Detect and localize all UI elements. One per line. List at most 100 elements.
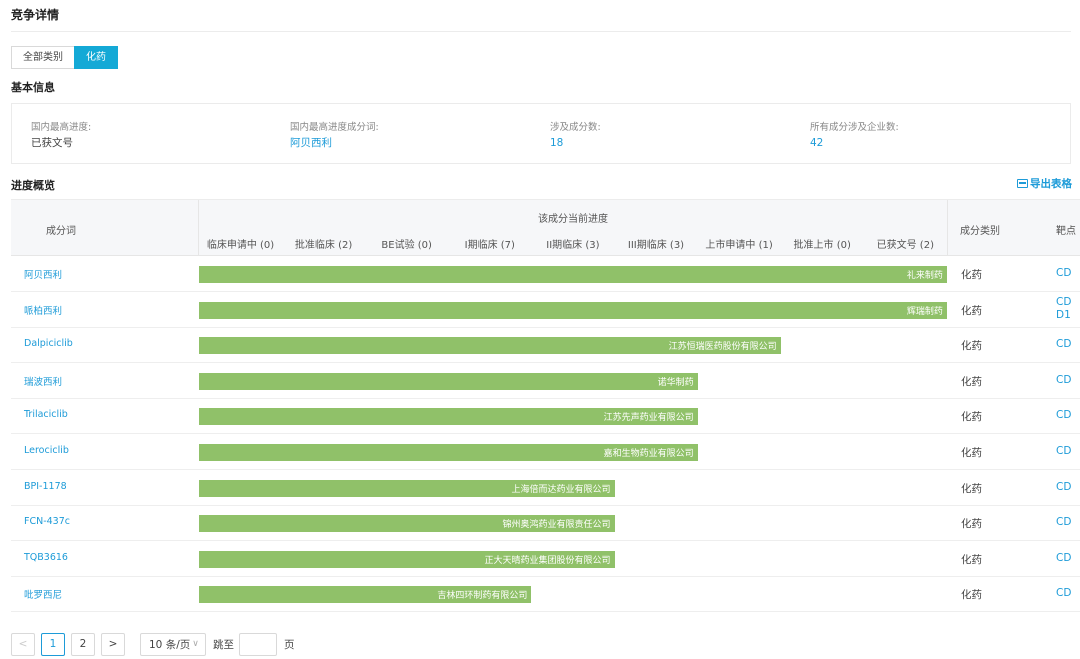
progress-table: 成分词 该成分当前进度 成分类别 靶点 临床申请中 (0) 批准临床 (2) BE试… xyxy=(11,199,1080,612)
col-header-progress: 该成分当前进度 xyxy=(538,214,608,225)
target-link[interactable]: CD xyxy=(1056,516,1071,529)
info-highest-ingredient: 国内最高进度成分词: 阿贝西利 xyxy=(290,121,379,150)
pagination: < 1 2 > 10 条/页 ∨ 跳至 页 xyxy=(11,632,295,656)
stage-header: 临床申请中 (0) xyxy=(206,240,275,251)
target-cell: CD xyxy=(1056,338,1071,351)
target-link[interactable]: CD xyxy=(1056,267,1071,280)
target-cell: CD D1 xyxy=(1056,296,1071,322)
basic-info-panel: 国内最高进度: 已获文号 国内最高进度成分词: 阿贝西利 涉及成分数: 18 所… xyxy=(11,103,1071,164)
ingredient-link[interactable]: 阿贝西利 xyxy=(24,267,62,281)
prev-page-button[interactable]: < xyxy=(11,632,35,656)
progress-bar: 礼来制药 xyxy=(199,266,947,283)
col-header-type: 成分类别 xyxy=(960,226,1000,237)
target-link[interactable]: CD xyxy=(1056,338,1071,351)
ingredient-link[interactable]: Lerociclib xyxy=(24,445,69,456)
table-row: FCN-437c 锦州奥鸿药业有限责任公司 化药 CD xyxy=(11,506,1080,542)
info-value-link[interactable]: 阿贝西利 xyxy=(290,136,379,150)
info-label: 国内最高进度: xyxy=(31,122,92,133)
target-link[interactable]: CD xyxy=(1056,296,1071,309)
target-link[interactable]: CD xyxy=(1056,552,1071,565)
table-row: Trilaciclib 江苏先声药业有限公司 化药 CD xyxy=(11,399,1080,435)
info-label: 所有成分涉及企业数: xyxy=(810,122,899,133)
table-row: 哌柏西利 辉瑞制药 化药 CD D1 xyxy=(11,293,1080,328)
target-cell: CD xyxy=(1056,445,1071,458)
ingredient-link[interactable]: 吡罗西尼 xyxy=(24,587,62,601)
ingredient-type: 化药 xyxy=(961,482,982,495)
basic-info-heading: 基本信息 xyxy=(11,81,55,94)
progress-bar-company: 锦州奥鸿药业有限责任公司 xyxy=(502,520,611,531)
target-link[interactable]: CD xyxy=(1056,481,1071,494)
ingredient-link[interactable]: TQB3616 xyxy=(24,552,68,563)
target-link[interactable]: CD xyxy=(1056,445,1071,458)
info-label: 国内最高进度成分词: xyxy=(290,122,379,133)
page-title: 竞争详情 xyxy=(11,8,60,22)
tab-chemical-drug[interactable]: 化药 xyxy=(74,46,118,69)
ingredient-link[interactable]: 哌柏西利 xyxy=(24,303,62,317)
stage-header: BE试验 (0) xyxy=(381,240,432,251)
ingredient-link[interactable]: 瑞波西利 xyxy=(24,374,62,388)
stage-header: 批准临床 (2) xyxy=(294,240,353,251)
page-1-button[interactable]: 1 xyxy=(41,632,65,656)
progress-bar-company: 吉林四环制药有限公司 xyxy=(437,591,528,602)
progress-bar: 锦州奥鸿药业有限责任公司 xyxy=(199,515,615,533)
export-icon xyxy=(1017,179,1028,188)
info-ingredient-count: 涉及成分数: 18 xyxy=(550,121,601,150)
next-page-button[interactable]: > xyxy=(101,632,125,656)
progress-bar: 上海倍而达药业有限公司 xyxy=(199,479,615,497)
table-row: TQB3616 正大天晴药业集团股份有限公司 化药 CD xyxy=(11,542,1080,577)
stage-header: 已获文号 (2) xyxy=(876,240,934,251)
target-cell: CD xyxy=(1056,409,1071,422)
category-tabs: 全部类别 化药 xyxy=(11,46,118,69)
progress-bar-company: 江苏恒瑞医药股份有限公司 xyxy=(668,342,777,353)
progress-bar: 正大天晴药业集团股份有限公司 xyxy=(199,550,615,568)
progress-bar-company: 辉瑞制药 xyxy=(906,306,943,317)
target-link[interactable]: CD xyxy=(1056,587,1071,600)
progress-bar: 嘉和生物药业有限公司 xyxy=(199,444,698,461)
page-size-value: 10 条/页 xyxy=(149,638,191,651)
table-row: 阿贝西利 礼来制药 化药 CD xyxy=(11,257,1080,292)
ingredient-type: 化药 xyxy=(961,411,982,424)
page-unit-label: 页 xyxy=(284,638,295,651)
ingredient-type: 化药 xyxy=(961,375,982,388)
col-header-name: 成分词 xyxy=(46,226,76,237)
stage-header: II期临床 (3) xyxy=(546,240,600,251)
progress-bar-company: 诺华制药 xyxy=(657,377,694,388)
tab-all-categories[interactable]: 全部类别 xyxy=(11,46,75,69)
progress-bar-company: 正大天晴药业集团股份有限公司 xyxy=(484,555,611,566)
target-link[interactable]: CD xyxy=(1056,374,1071,387)
progress-bar-company: 江苏先声药业有限公司 xyxy=(603,413,694,424)
col-divider-name xyxy=(198,200,199,256)
ingredient-type: 化药 xyxy=(961,304,982,317)
progress-bar: 江苏恒瑞医药股份有限公司 xyxy=(199,337,781,355)
table-row: 吡罗西尼 吉林四环制药有限公司 化药 CD xyxy=(11,577,1080,612)
ingredient-link[interactable]: Dalpiciclib xyxy=(24,338,73,349)
info-company-count: 所有成分涉及企业数: 42 xyxy=(810,121,899,150)
info-value-link[interactable]: 18 xyxy=(550,136,601,150)
chevron-down-icon: ∨ xyxy=(192,639,199,649)
stage-header: 上市申请中 (1) xyxy=(705,240,773,251)
table-row: Lerociclib 嘉和生物药业有限公司 化药 CD xyxy=(11,435,1080,470)
progress-bar-company: 嘉和生物药业有限公司 xyxy=(603,449,694,459)
target-link[interactable]: D1 xyxy=(1056,309,1071,322)
jump-page-input[interactable] xyxy=(239,632,277,656)
page-size-select[interactable]: 10 条/页 ∨ xyxy=(140,632,206,656)
progress-bar: 辉瑞制药 xyxy=(199,301,947,319)
col-divider-progress xyxy=(947,200,948,256)
info-value: 已获文号 xyxy=(31,137,73,149)
ingredient-type: 化药 xyxy=(961,269,982,281)
target-cell: CD xyxy=(1056,516,1071,529)
export-button[interactable]: 导出表格 xyxy=(1017,176,1072,191)
target-cell: CD xyxy=(1056,374,1071,387)
info-label: 涉及成分数: xyxy=(550,122,601,133)
ingredient-link[interactable]: FCN-437c xyxy=(24,516,70,527)
ingredient-link[interactable]: BPI-1178 xyxy=(24,481,67,492)
target-cell: CD xyxy=(1056,552,1071,565)
target-link[interactable]: CD xyxy=(1056,409,1071,422)
ingredient-link[interactable]: Trilaciclib xyxy=(24,409,68,420)
jump-label: 跳至 xyxy=(213,638,234,651)
stage-header: III期临床 (3) xyxy=(627,240,685,251)
progress-bar-company: 礼来制药 xyxy=(906,271,943,281)
page-2-button[interactable]: 2 xyxy=(71,632,95,656)
info-value-link[interactable]: 42 xyxy=(810,136,899,150)
target-cell: CD xyxy=(1056,267,1071,280)
